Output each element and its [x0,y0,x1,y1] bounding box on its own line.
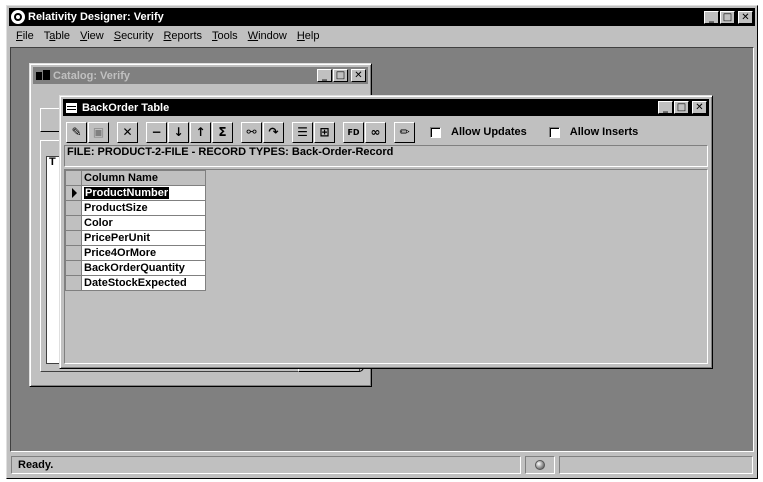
binoculars-icon: ⚯ [246,125,257,139]
move-down-button[interactable]: ↓ [168,121,189,143]
glasses-icon: ∞ [370,125,381,139]
find-button[interactable]: ⚯ [241,121,262,143]
column-name-header[interactable]: Column Name [81,170,206,186]
allow-inserts-label: Allow Inserts [569,126,639,138]
allow-updates-checkbox[interactable]: Allow Updates [430,126,527,138]
add-box-icon: ⊞ [319,125,330,139]
row-selector[interactable] [65,245,82,261]
menubar: File Table View Security Reports Tools W… [9,27,755,45]
app-logo-icon[interactable] [11,10,25,24]
fd-label: FD [347,127,360,137]
list-icon: ☰ [297,125,308,139]
app-title: Relativity Designer: Verify [28,11,164,23]
arrow-up-icon: ↑ [195,125,206,139]
allow-inserts-checkbox[interactable]: Allow Inserts [548,126,639,138]
redo-button[interactable]: ↷ [263,121,284,143]
table-row[interactable]: Price4OrMore [65,245,206,261]
status-text: Ready. [11,456,521,474]
sigma-icon: Σ [218,125,227,139]
table-row[interactable]: DateStockExpected [65,275,206,291]
view-button[interactable]: ∞ [365,121,386,143]
catalog-icon [36,69,50,82]
menu-window[interactable]: Window [243,30,292,42]
menu-security[interactable]: Security [109,30,159,42]
minimize-button[interactable]: _ [704,10,719,24]
catalog-minimize-button[interactable]: _ [317,69,332,82]
catalog-titlebar[interactable]: Catalog: Verify _ □ ✕ [33,67,368,84]
table-row[interactable]: PricePerUnit [65,230,206,246]
status-extra [559,456,753,474]
grid-cell[interactable]: PricePerUnit [81,230,206,246]
menu-table[interactable]: Table [39,30,75,42]
fd-button[interactable]: FD [343,121,364,143]
grid-cell[interactable]: Price4OrMore [81,245,206,261]
add-button[interactable]: ⊞ [314,121,335,143]
grid-cell[interactable]: Color [81,215,206,231]
table-row[interactable]: BackOrderQuantity [65,260,206,276]
table-row[interactable]: Color [65,215,206,231]
backorder-minimize-button[interactable]: _ [658,101,673,114]
close-button[interactable]: ✕ [738,10,753,24]
catalog-tab-label: T [49,156,56,168]
edit-properties-icon: ✎ [71,125,82,139]
table-row[interactable]: ProductSize [65,200,206,216]
minus-icon: − [151,125,162,139]
row-selector[interactable] [65,215,82,231]
file-info-bar: FILE: PRODUCT-2-FILE - RECORD TYPES: Bac… [64,145,708,167]
grid-cell[interactable]: BackOrderQuantity [81,260,206,276]
row-selector[interactable] [65,185,82,201]
redo-icon: ↷ [268,125,279,139]
catalog-close-button[interactable]: ✕ [351,69,366,82]
grid-header-row: Column Name [65,170,206,186]
list-button[interactable]: ☰ [292,121,313,143]
row-selector[interactable] [65,230,82,246]
app-titlebar: Relativity Designer: Verify _ □ ✕ [9,8,755,26]
backorder-titlebar[interactable]: BackOrder Table _ □ ✕ [63,99,709,116]
remove-column-button[interactable]: − [146,121,167,143]
menu-view[interactable]: View [75,30,109,42]
save-button[interactable]: ▣ [88,121,109,143]
menu-reports[interactable]: Reports [158,30,207,42]
pencil-icon: ✏ [399,125,410,139]
backorder-close-button[interactable]: ✕ [692,101,707,114]
edit-properties-button[interactable]: ✎ [66,121,87,143]
current-row-arrow-icon [72,188,77,198]
grid-cell[interactable]: ProductNumber [81,185,206,201]
save-icon: ▣ [92,125,105,139]
arrow-down-icon: ↓ [173,125,184,139]
mdi-workspace: Catalog: Verify _ □ ✕ T Functions BackOr… [10,47,754,452]
sum-button[interactable]: Σ [212,121,233,143]
row-selector[interactable] [65,200,82,216]
move-up-button[interactable]: ↑ [190,121,211,143]
menu-file[interactable]: File [11,30,39,42]
row-selector[interactable] [65,275,82,291]
table-icon [66,102,77,113]
grid-corner [65,170,82,186]
status-led-icon [535,460,545,470]
maximize-button[interactable]: □ [720,10,735,24]
column-grid-area[interactable]: Column Name ProductNumber ProductSize Co… [64,169,708,364]
grid-cell[interactable]: ProductSize [81,200,206,216]
catalog-maximize-button[interactable]: □ [333,69,348,82]
column-grid: Column Name ProductNumber ProductSize Co… [65,170,206,291]
app-window: Relativity Designer: Verify _ □ ✕ File T… [6,5,758,479]
delete-button[interactable]: ✕ [117,121,138,143]
grid-cell[interactable]: DateStockExpected [81,275,206,291]
allow-inserts-box[interactable] [548,126,560,138]
row-selector[interactable] [65,260,82,276]
table-row[interactable]: ProductNumber [65,185,206,201]
backorder-toolbar: ✎ ▣ ✕ − ↓ ↑ Σ ⚯ ↷ ☰ ⊞ FD ∞ ✏ Allow Updat… [66,121,708,143]
backorder-title: BackOrder Table [82,101,170,114]
backorder-window[interactable]: BackOrder Table _ □ ✕ ✎ ▣ ✕ − ↓ ↑ Σ ⚯ ↷ … [59,95,713,369]
status-indicator [525,456,555,474]
menu-help[interactable]: Help [292,30,325,42]
delete-icon: ✕ [122,125,133,139]
status-bar: Ready. [9,454,755,476]
backorder-maximize-button[interactable]: □ [674,101,689,114]
allow-updates-label: Allow Updates [451,126,527,138]
pencil-button[interactable]: ✏ [394,121,415,143]
menu-tools[interactable]: Tools [207,30,243,42]
allow-updates-box[interactable] [430,126,441,138]
catalog-title: Catalog: Verify [53,69,131,82]
